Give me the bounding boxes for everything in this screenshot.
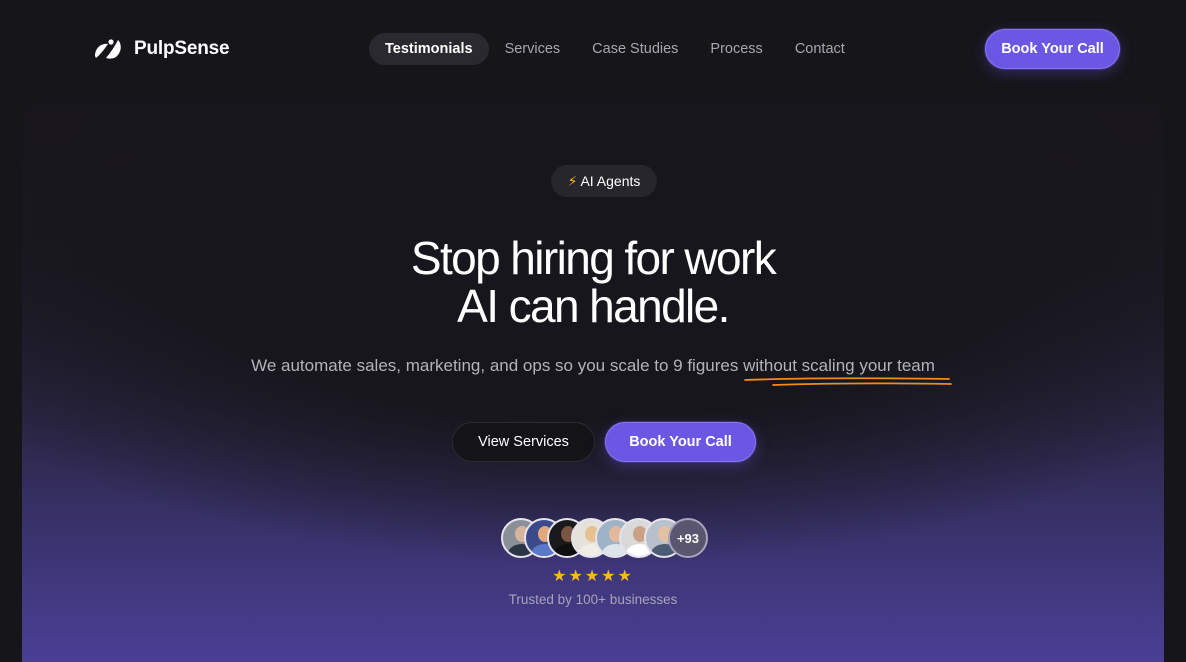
view-services-button[interactable]: View Services (452, 422, 595, 462)
hand-drawn-underline-icon (744, 377, 952, 386)
subtext-highlight-wrap: without scaling your team (743, 356, 952, 386)
hero-subtext: We automate sales, marketing, and ops so… (22, 356, 1164, 386)
pulpsense-logo-icon (95, 39, 121, 59)
nav-item-process[interactable]: Process (694, 33, 778, 65)
headline-line-1: Stop hiring for work (410, 232, 777, 284)
hero-book-call-button[interactable]: Book Your Call (605, 422, 756, 462)
nav-item-contact[interactable]: Contact (779, 33, 861, 65)
main-nav: Testimonials Services Case Studies Proce… (369, 33, 861, 65)
nav-item-testimonials[interactable]: Testimonials (369, 33, 489, 65)
subtext-highlight: without scaling your team (743, 356, 935, 375)
header-book-call-button[interactable]: Book Your Call (985, 29, 1120, 69)
customer-avatars: +93 (501, 518, 711, 558)
hero-headline: Stop hiring for work AI can handle. (22, 234, 1164, 330)
rating-stars: ★★★★★ (552, 568, 634, 585)
nav-item-services[interactable]: Services (489, 33, 577, 65)
hero-section: ⚡ AI Agents Stop hiring for work AI can … (22, 100, 1164, 662)
trusted-by-text: Trusted by 100+ businesses (508, 592, 678, 607)
more-customers-count: +93 (668, 518, 708, 558)
brand-logo[interactable]: PulpSense (92, 36, 230, 62)
brand-name: PulpSense (134, 38, 230, 59)
site-header: PulpSense Testimonials Services Case Stu… (0, 0, 1186, 100)
landing-page: PulpSense Testimonials Services Case Stu… (0, 0, 1186, 662)
headline-line-2: AI can handle. (457, 280, 730, 332)
subtext-main: We automate sales, marketing, and ops so… (251, 356, 739, 375)
lightning-bolt-icon: ⚡ (567, 172, 578, 189)
ai-agents-badge: ⚡ AI Agents (551, 165, 657, 197)
badge-label: AI Agents (580, 173, 641, 189)
nav-item-case-studies[interactable]: Case Studies (576, 33, 694, 65)
